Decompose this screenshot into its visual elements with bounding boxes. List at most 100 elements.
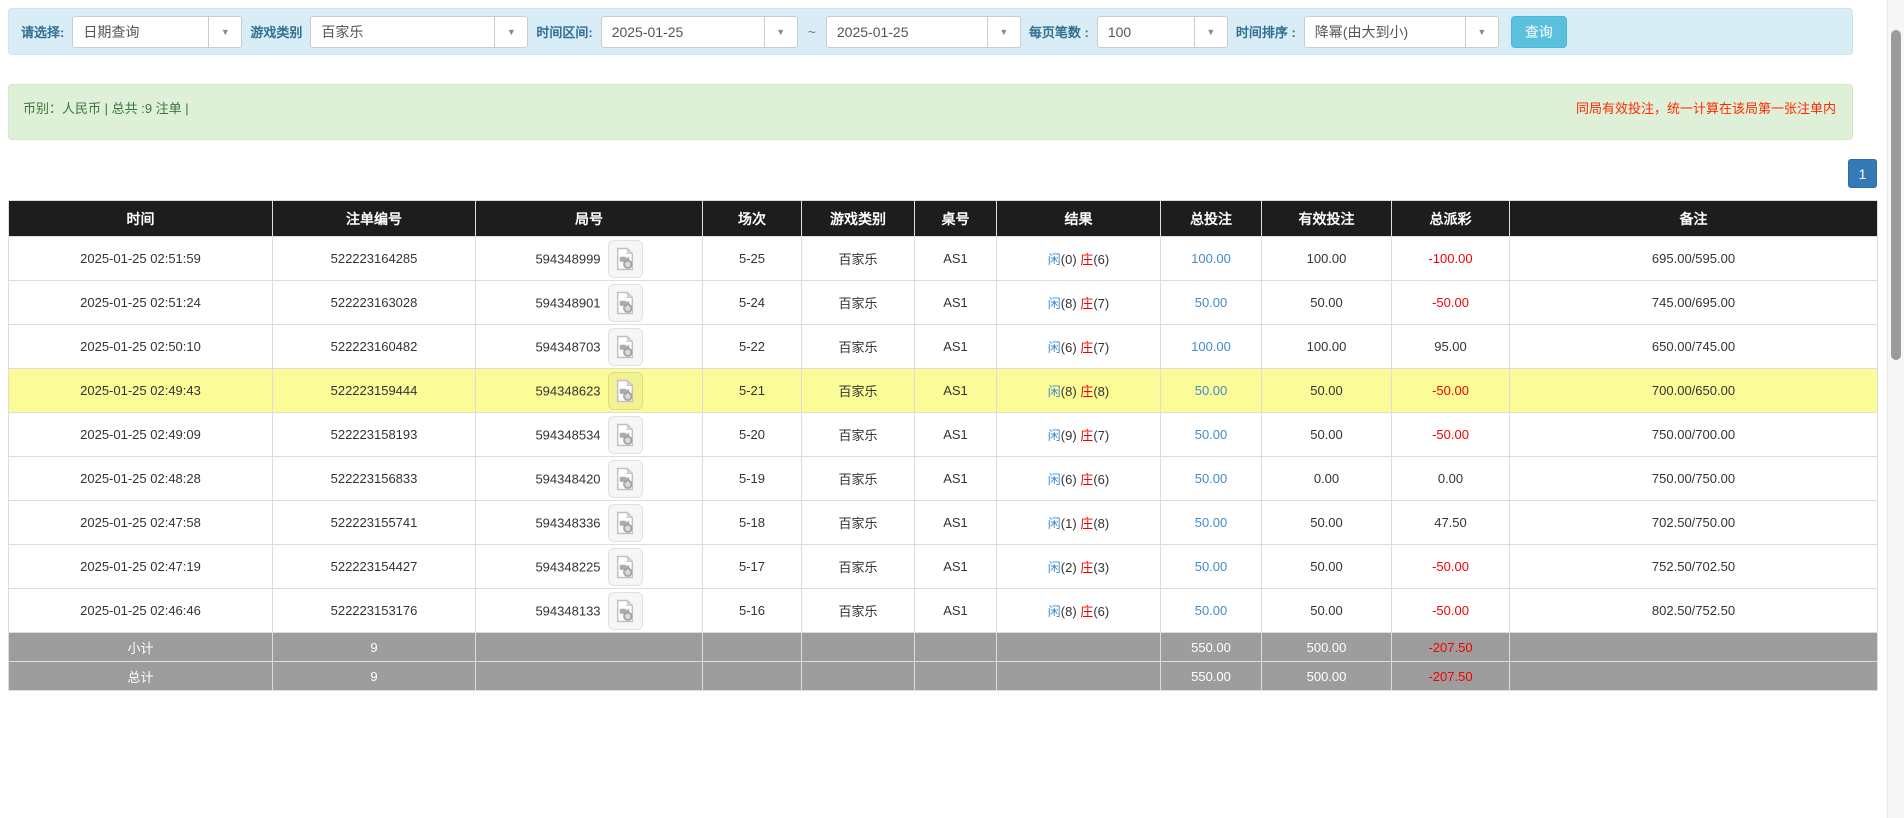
column-header: 局号 <box>475 200 703 237</box>
query-type-value: 日期查询 <box>83 23 140 40</box>
cell-result: 闲(8) 庄(6) <box>996 588 1161 633</box>
cell-bet-number: 522223154427 <box>272 544 476 589</box>
game-category-value: 百家乐 <box>321 23 364 40</box>
column-header: 注单编号 <box>272 200 476 237</box>
cell-game-category: 百家乐 <box>801 544 915 589</box>
cell-remark: 700.00/650.00 <box>1509 368 1878 413</box>
subtotal-total-bet: 550.00 <box>1160 632 1262 662</box>
subtotal-valid-bet: 500.00 <box>1261 632 1392 662</box>
chevron-down-icon: ▼ <box>986 16 1020 47</box>
date-range-separator: ~ <box>807 23 816 40</box>
cell-round-number: 594348623 <box>475 368 703 413</box>
chevron-down-icon: ▼ <box>494 16 527 47</box>
column-header: 有效投注 <box>1261 200 1392 237</box>
cell-remark: 752.50/702.50 <box>1509 544 1878 589</box>
cell-table-number: AS1 <box>914 412 997 457</box>
time-range-label: 时间区间: <box>536 25 593 40</box>
cell-round-number: 594348133 <box>475 588 703 633</box>
column-header: 场次 <box>702 200 802 237</box>
video-replay-button[interactable] <box>607 239 643 278</box>
query-button[interactable]: 查询 <box>1510 15 1567 48</box>
date-to-value: 2025-01-25 <box>836 23 909 40</box>
cell-result: 闲(0) 庄(6) <box>996 236 1161 281</box>
page-size-label: 每页笔数 : <box>1028 25 1089 40</box>
cell-remark: 695.00/595.00 <box>1509 236 1878 281</box>
game-category-select[interactable]: 百家乐 ▼ <box>310 15 529 48</box>
subtotal-payout: -207.50 <box>1391 632 1510 662</box>
vertical-scrollbar[interactable] <box>1887 0 1904 818</box>
game-category-label: 游戏类别 <box>250 25 303 40</box>
cell-result: 闲(2) 庄(3) <box>996 544 1161 589</box>
cell-time: 2025-01-25 02:47:19 <box>8 544 273 589</box>
time-sort-value: 降幂(由大到小) <box>1314 23 1409 40</box>
video-replay-button[interactable] <box>607 371 643 410</box>
total-bet-link[interactable]: 50.00 <box>1195 383 1228 398</box>
video-replay-icon <box>616 466 634 490</box>
total-bet-link[interactable]: 50.00 <box>1195 603 1228 618</box>
cell-total-bet: 100.00 <box>1160 324 1262 369</box>
cell-table-number: AS1 <box>914 588 997 633</box>
video-replay-icon <box>616 598 634 622</box>
video-replay-icon <box>616 378 634 402</box>
cell-table-number: AS1 <box>914 500 997 545</box>
video-replay-button[interactable] <box>607 547 643 586</box>
video-replay-button[interactable] <box>607 327 643 366</box>
video-replay-icon <box>616 422 634 446</box>
video-replay-icon <box>616 554 634 578</box>
chevron-down-icon: ▼ <box>763 16 797 47</box>
date-from-select[interactable]: 2025-01-25 ▼ <box>600 15 798 48</box>
cell-total-bet: 50.00 <box>1160 280 1262 325</box>
cell-round-number: 594348420 <box>475 456 703 501</box>
video-replay-button[interactable] <box>607 459 643 498</box>
video-replay-button[interactable] <box>607 415 643 454</box>
video-replay-button[interactable] <box>607 591 643 630</box>
table-row: 2025-01-25 02:49:43 522223159444 594348623… <box>8 368 1878 413</box>
table-row: 2025-01-25 02:51:59 522223164285 594348999… <box>8 236 1878 281</box>
cell-payout: 95.00 <box>1391 324 1510 369</box>
table-row: 2025-01-25 02:49:09 522223158193 594348534… <box>8 412 1878 457</box>
time-sort-select[interactable]: 降幂(由大到小) ▼ <box>1303 15 1499 48</box>
cell-bet-number: 522223163028 <box>272 280 476 325</box>
column-header: 结果 <box>996 200 1161 237</box>
page-size-value: 100 <box>1107 23 1132 40</box>
cell-round-number: 594348999 <box>475 236 703 281</box>
grand-total-count: 9 <box>272 661 476 691</box>
cell-total-bet: 50.00 <box>1160 456 1262 501</box>
summary-bar: 币别：人民币 | 总共 :9 注单 | 同局有效投注，统一计算在该局第一张注单内 <box>8 84 1853 140</box>
time-sort-label: 时间排序 : <box>1235 25 1296 40</box>
cell-payout: -50.00 <box>1391 280 1510 325</box>
cell-table-number: AS1 <box>914 544 997 589</box>
cell-game-category: 百家乐 <box>801 412 915 457</box>
cell-time: 2025-01-25 02:51:24 <box>8 280 273 325</box>
cell-session: 5-25 <box>702 236 802 281</box>
date-to-select[interactable]: 2025-01-25 ▼ <box>825 15 1021 48</box>
total-bet-link[interactable]: 100.00 <box>1191 339 1231 354</box>
cell-bet-number: 522223164285 <box>272 236 476 281</box>
cell-result: 闲(8) 庄(7) <box>996 280 1161 325</box>
video-replay-button[interactable] <box>607 503 643 542</box>
cell-game-category: 百家乐 <box>801 236 915 281</box>
video-replay-icon <box>616 510 634 534</box>
cell-payout: -50.00 <box>1391 544 1510 589</box>
scrollbar-thumb[interactable] <box>1891 30 1901 360</box>
page-1-button[interactable]: 1 <box>1848 159 1877 188</box>
cell-table-number: AS1 <box>914 280 997 325</box>
cell-remark: 802.50/752.50 <box>1509 588 1878 633</box>
cell-remark: 750.00/750.00 <box>1509 456 1878 501</box>
total-bet-link[interactable]: 50.00 <box>1195 559 1228 574</box>
video-replay-button[interactable] <box>607 283 643 322</box>
cell-session: 5-24 <box>702 280 802 325</box>
cell-valid-bet: 50.00 <box>1261 500 1392 545</box>
total-bet-link[interactable]: 50.00 <box>1195 471 1228 486</box>
page-size-select[interactable]: 100 ▼ <box>1096 15 1228 48</box>
column-header: 桌号 <box>914 200 997 237</box>
query-type-select[interactable]: 日期查询 ▼ <box>72 15 243 48</box>
table-row: 2025-01-25 02:50:10 522223160482 594348703… <box>8 324 1878 369</box>
total-bet-link[interactable]: 50.00 <box>1195 295 1228 310</box>
total-bet-link[interactable]: 50.00 <box>1195 427 1228 442</box>
total-bet-link[interactable]: 100.00 <box>1191 251 1231 266</box>
cell-time: 2025-01-25 02:50:10 <box>8 324 273 369</box>
cell-time: 2025-01-25 02:49:43 <box>8 368 273 413</box>
cell-table-number: AS1 <box>914 236 997 281</box>
total-bet-link[interactable]: 50.00 <box>1195 515 1228 530</box>
